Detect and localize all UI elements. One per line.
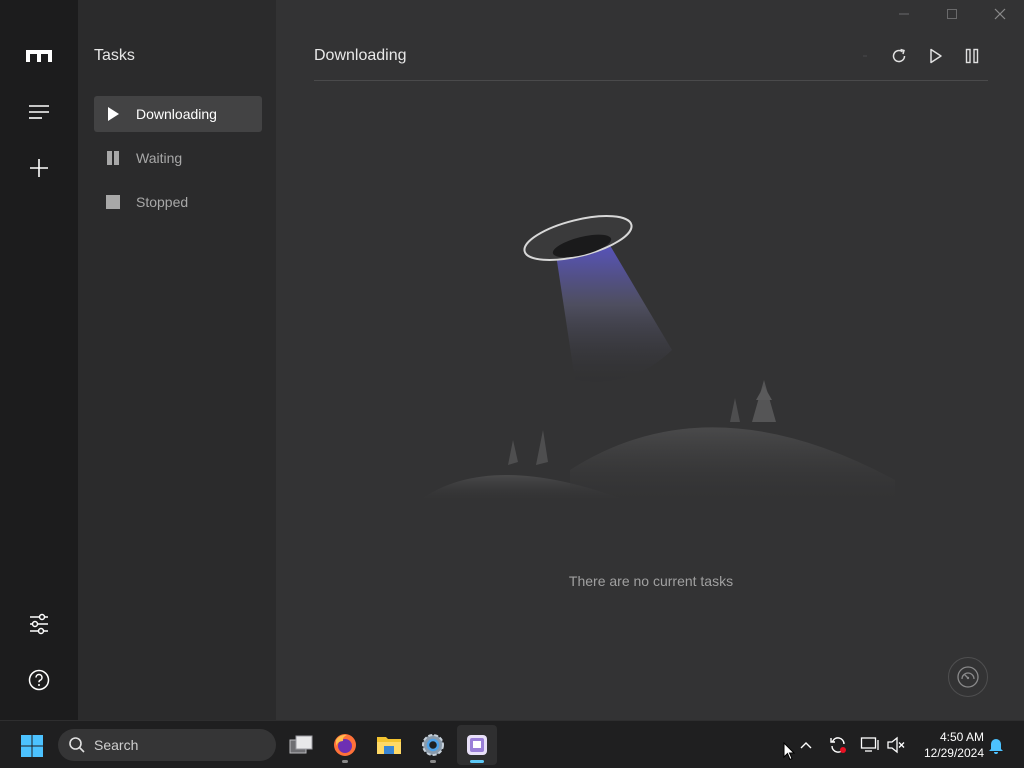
- maximize-button[interactable]: [941, 3, 963, 25]
- preferences-button[interactable]: [19, 604, 59, 644]
- sidebar-item-label: Stopped: [136, 194, 189, 210]
- add-icon: [30, 159, 48, 177]
- volume-muted-icon: [887, 736, 905, 754]
- stop-icon: [106, 195, 120, 209]
- taskbar-search[interactable]: Search: [58, 729, 276, 761]
- refresh-button[interactable]: [887, 44, 911, 68]
- app-window: Tasks Downloading Waiting Stopped Downlo…: [0, 0, 1024, 720]
- tray-volume[interactable]: [886, 735, 906, 755]
- refresh-icon: [892, 48, 906, 63]
- close-button[interactable]: [989, 3, 1011, 25]
- mouse-cursor-icon: [783, 742, 795, 761]
- taskbar-clock[interactable]: 4:50 AM 12/29/2024: [912, 729, 984, 761]
- tray-sync[interactable]: [828, 735, 848, 755]
- empty-state-illustration: [420, 215, 895, 500]
- search-label: Search: [94, 737, 139, 753]
- sidebar-item-label: Downloading: [136, 106, 217, 122]
- add-task-button[interactable]: [19, 148, 59, 188]
- sidebar-item-label: Waiting: [136, 150, 183, 166]
- pause-icon: [106, 151, 120, 165]
- play-icon: [106, 107, 120, 121]
- menu-icon: [29, 105, 49, 119]
- network-icon: [860, 737, 879, 752]
- resume-all-icon: [930, 48, 942, 64]
- delete-button[interactable]: [853, 44, 877, 68]
- header-divider: [314, 80, 988, 81]
- pause-all-icon: [965, 48, 979, 64]
- running-indicator: [430, 760, 436, 763]
- taskbar-app-file-explorer[interactable]: [369, 725, 409, 765]
- speedometer-icon: [957, 666, 979, 688]
- minimize-icon: [899, 13, 909, 15]
- minimize-button[interactable]: [893, 3, 915, 25]
- sidebar-item-downloading[interactable]: Downloading: [94, 96, 262, 132]
- help-button[interactable]: [19, 660, 59, 700]
- sidebar-item-stopped[interactable]: Stopped: [94, 184, 262, 220]
- tree: [536, 430, 548, 465]
- page-title: Downloading: [314, 47, 407, 64]
- pause-all-button[interactable]: [960, 44, 984, 68]
- sync-icon: [830, 737, 846, 753]
- logo-icon: [26, 50, 52, 62]
- speedometer-button[interactable]: [948, 657, 988, 697]
- menu-button[interactable]: [19, 92, 59, 132]
- taskbar-app-firefox[interactable]: [325, 725, 365, 765]
- windows-taskbar: Search 4:50 AM 12/29/2024: [0, 720, 1024, 768]
- tray-overflow-button[interactable]: [796, 735, 816, 755]
- file-explorer-icon: [377, 737, 401, 754]
- search-icon: [69, 737, 85, 753]
- ufo-beam: [555, 242, 672, 382]
- motrix-icon: [467, 735, 487, 755]
- icon-rail: [0, 0, 78, 720]
- windows-start-icon: [21, 735, 43, 757]
- tray-network[interactable]: [860, 735, 880, 755]
- clock-date: 12/29/2024: [923, 746, 984, 760]
- taskbar-app-motrix[interactable]: [457, 725, 497, 765]
- firefox-icon: [334, 734, 356, 756]
- tree: [730, 398, 740, 422]
- task-view-icon: [289, 735, 313, 754]
- empty-state-message: There are no current tasks: [568, 573, 734, 589]
- right-hill: [570, 427, 895, 500]
- sidebar-title: Tasks: [94, 47, 135, 64]
- chevron-up-icon: [800, 742, 812, 749]
- active-indicator: [470, 760, 484, 763]
- delete-icon: [863, 55, 867, 57]
- start-button[interactable]: [16, 732, 48, 760]
- task-sidebar: Tasks Downloading Waiting Stopped: [78, 0, 276, 720]
- tree: [508, 440, 518, 465]
- resume-all-button[interactable]: [924, 44, 948, 68]
- notification-bell-icon: [989, 739, 1003, 754]
- logo-button[interactable]: [19, 36, 59, 76]
- settings-icon: [422, 734, 444, 756]
- close-icon: [994, 8, 1006, 20]
- clock-time: 4:50 AM: [939, 730, 984, 744]
- preferences-icon: [30, 613, 48, 635]
- running-indicator: [342, 760, 348, 763]
- help-icon: [28, 669, 50, 691]
- sidebar-item-waiting[interactable]: Waiting: [94, 140, 262, 176]
- taskbar-app-task-view[interactable]: [281, 725, 321, 765]
- notification-button[interactable]: [986, 735, 1006, 755]
- maximize-icon: [947, 9, 957, 19]
- taskbar-app-settings[interactable]: [413, 725, 453, 765]
